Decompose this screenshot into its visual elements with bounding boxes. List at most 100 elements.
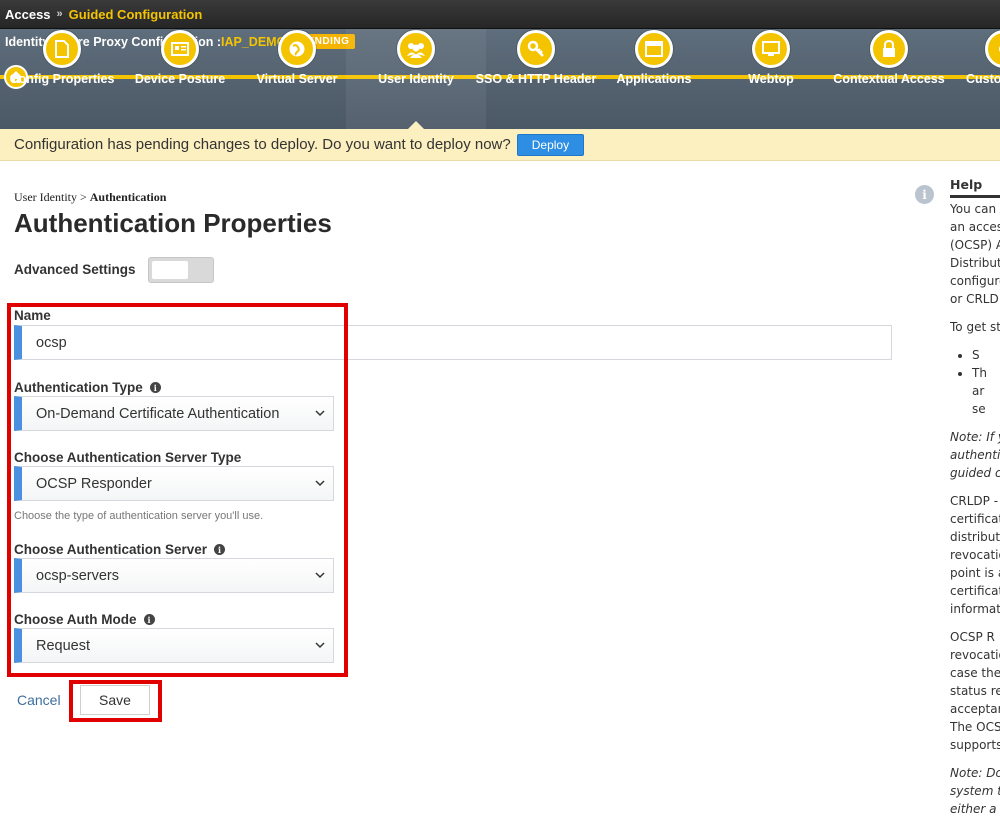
auth-mode-label: Choose Auth Mode i (14, 612, 155, 627)
authentication-server-select[interactable]: ocsp-servers (14, 558, 334, 593)
wizard-step-label: Applications (616, 72, 692, 86)
monitor-icon (752, 30, 790, 68)
users-icon (397, 30, 435, 68)
help-note-line: authentic (950, 448, 1000, 462)
auth-mode-value: Request (36, 637, 91, 654)
help-text-line: acceptar (950, 702, 1000, 716)
help-panel: Help You can an acces (OCSP) A Distribut… (950, 176, 1000, 819)
help-text-line: an acces (950, 220, 1000, 234)
auth-mode-label-text: Choose Auth Mode (14, 612, 137, 627)
wizard-step-customization[interactable]: Custo (937, 29, 1000, 129)
save-button[interactable]: Save (80, 685, 150, 715)
name-input-value: ocsp (36, 334, 67, 351)
chevron-down-icon (315, 572, 325, 579)
wizard-step-label: Custo (966, 72, 1000, 86)
advanced-settings-toggle[interactable] (148, 257, 214, 283)
name-label: Name (14, 308, 51, 323)
wizard-step-label: Webtop (748, 72, 794, 86)
auth-mode-select[interactable]: Request (14, 628, 334, 663)
help-text-line: CRLDP - (950, 494, 999, 508)
globe-icon (278, 30, 316, 68)
authentication-type-label-text: Authentication Type (14, 380, 143, 395)
info-icon[interactable]: i (143, 614, 155, 625)
authentication-type-value: On-Demand Certificate Authentication (36, 405, 280, 422)
name-label-text: Name (14, 308, 51, 323)
help-bullet-continuation: se (972, 402, 986, 416)
authentication-server-label: Choose Authentication Server i (14, 542, 226, 557)
gear-icon (985, 30, 1000, 68)
help-text-line: The OCS (950, 720, 1000, 734)
help-note-line: Note: If y (950, 430, 1000, 444)
info-icon[interactable]: i (214, 544, 226, 555)
help-text-line: point is a (950, 566, 1000, 580)
server-type-label-text: Choose Authentication Server Type (14, 450, 242, 465)
active-step-caret (408, 121, 424, 129)
help-text-line: revocatio (950, 548, 1000, 562)
breadcrumb: User Identity > Authentication (14, 190, 166, 205)
server-type-select[interactable]: OCSP Responder (14, 466, 334, 501)
pending-changes-bar: Configuration has pending changes to dep… (0, 129, 1000, 161)
breadcrumb-access[interactable]: Access (5, 7, 51, 22)
document-icon (43, 30, 81, 68)
top-breadcrumb-bar: Access » Guided Configuration (0, 0, 1000, 29)
lock-icon (870, 30, 908, 68)
server-type-value: OCSP Responder (36, 475, 152, 492)
wizard-step-label: Contextual Access (833, 72, 945, 86)
breadcrumb-separator: » (56, 8, 63, 20)
pending-message: Configuration has pending changes to dep… (14, 136, 511, 153)
authentication-type-select[interactable]: On-Demand Certificate Authentication (14, 396, 334, 431)
page-title: Authentication Properties (14, 208, 332, 238)
cancel-link[interactable]: Cancel (17, 692, 61, 708)
help-text-line: OCSP R (950, 630, 995, 644)
wizard-step-label: Config Properties (9, 72, 115, 86)
window-icon (635, 30, 673, 68)
help-text-line: revocatio (950, 648, 1000, 662)
help-intro: To get st (950, 320, 1000, 334)
chevron-down-icon (315, 480, 325, 487)
help-bullet: S (972, 346, 1000, 364)
help-note-line: Note: Do (950, 766, 1000, 780)
server-type-label: Choose Authentication Server Type (14, 450, 241, 465)
help-note-line: system t (950, 784, 1000, 798)
breadcrumb-separator: > (76, 190, 90, 204)
wizard-step-label: SSO & HTTP Header (475, 72, 597, 86)
help-text-line: Distributi (950, 256, 1000, 270)
breadcrumb-parent[interactable]: User Identity (14, 190, 77, 204)
help-text-line: certificat (950, 584, 1000, 598)
help-text-line: status re (950, 684, 1000, 698)
help-text-line: You can (950, 202, 997, 216)
help-bullet-continuation: ar (972, 384, 985, 398)
advanced-settings-label: Advanced Settings (14, 262, 136, 277)
id-card-icon (161, 30, 199, 68)
toggle-knob (152, 261, 188, 279)
help-info-icon[interactable]: i (915, 185, 934, 204)
deploy-button[interactable]: Deploy (516, 133, 585, 156)
chevron-down-icon (315, 410, 325, 417)
help-text-line: supports (950, 738, 1000, 752)
chevron-down-icon (315, 642, 325, 649)
help-text-line: configure (950, 274, 1000, 288)
wizard-step-user-identity[interactable]: User Identity (346, 29, 486, 129)
help-text-line: (OCSP) A (950, 238, 1000, 252)
authentication-server-label-text: Choose Authentication Server (14, 542, 208, 557)
info-icon[interactable]: i (149, 382, 161, 393)
name-input[interactable]: ocsp (14, 325, 892, 360)
help-note-line: either a s (950, 802, 1000, 816)
help-text-line: case the (950, 666, 1000, 680)
help-text-line: distributi (950, 530, 1000, 544)
server-type-hint: Choose the type of authentication server… (14, 510, 264, 522)
help-title: Help (950, 176, 1000, 198)
wizard-step-label: Device Posture (134, 72, 226, 86)
breadcrumb-guided-configuration[interactable]: Guided Configuration (69, 7, 203, 22)
breadcrumb-current: Authentication (89, 190, 167, 204)
key-icon (517, 30, 555, 68)
authentication-type-label: Authentication Type i (14, 380, 161, 395)
help-bullet-list: S Th ar se (950, 346, 1000, 418)
help-text-line: certificat (950, 512, 1000, 526)
help-text-line: informati (950, 602, 1000, 616)
wizard-step-label: Virtual Server (256, 72, 338, 86)
authentication-server-value: ocsp-servers (36, 567, 119, 584)
help-note-line: guided c (950, 466, 1000, 480)
help-text-line: or CRLD (950, 292, 999, 306)
wizard-step-label: User Identity (378, 72, 454, 86)
